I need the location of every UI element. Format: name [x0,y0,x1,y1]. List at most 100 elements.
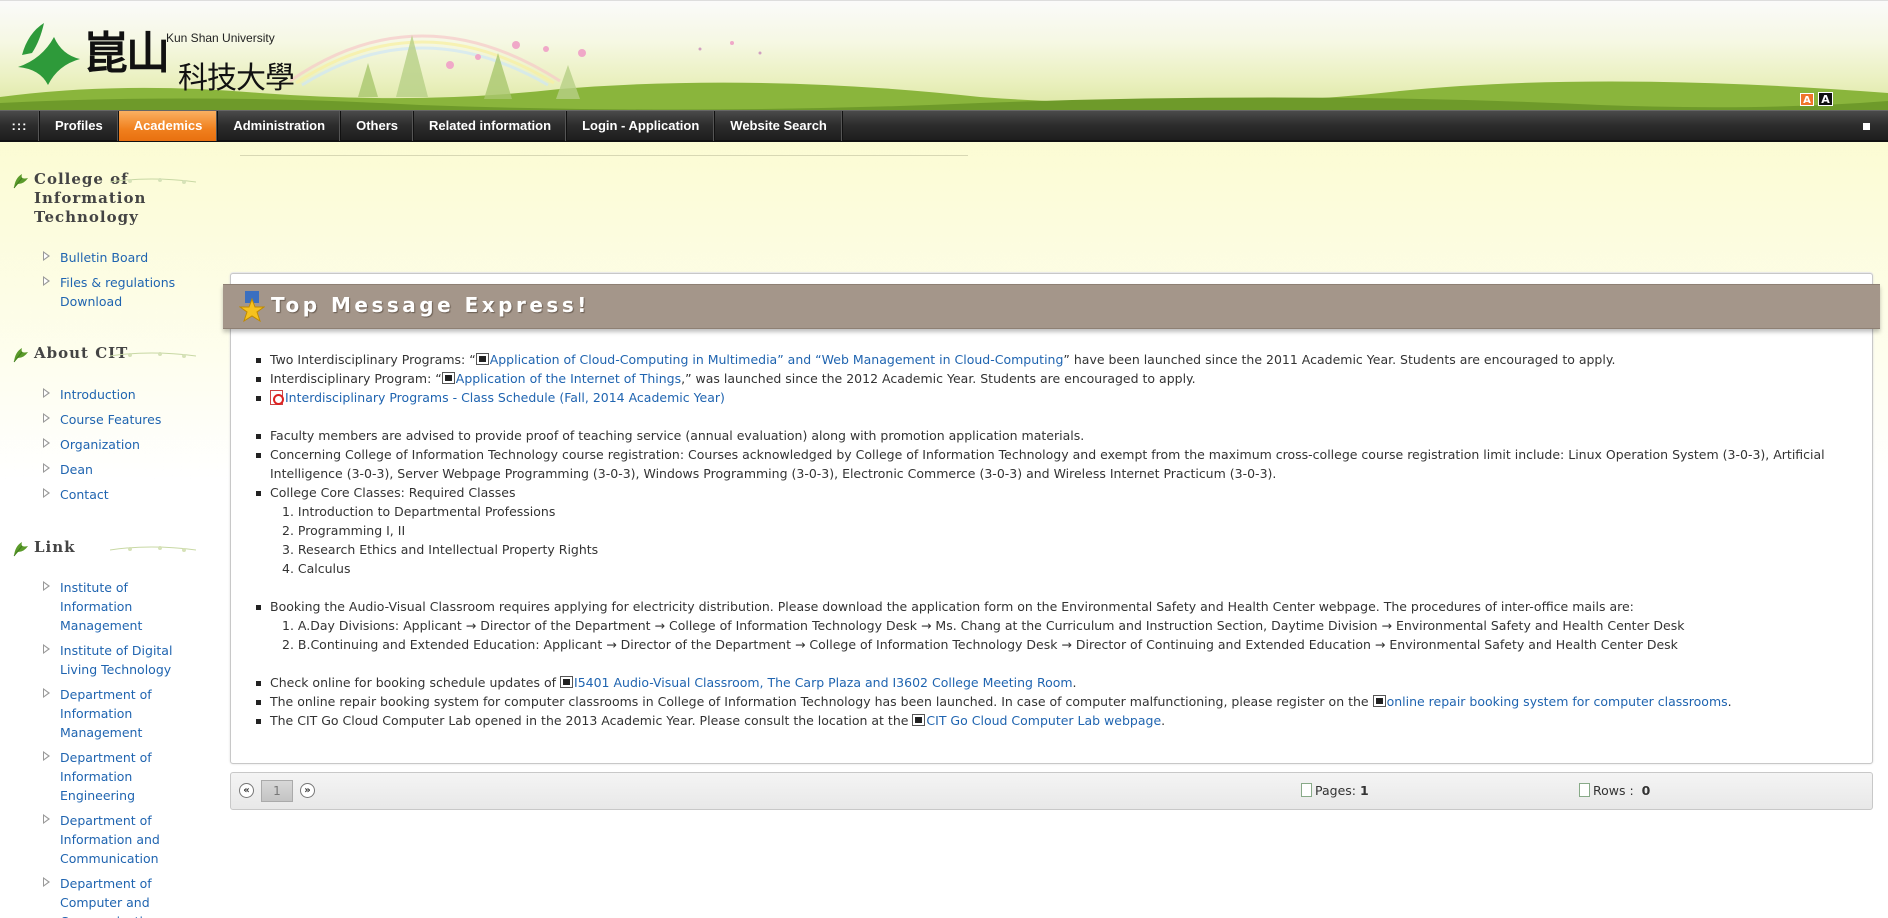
sidebar-item-organization[interactable]: Organization [43,435,203,454]
pdf-icon [270,390,284,405]
sidebar-item-dept-information-management[interactable]: Department of Information Management [43,685,203,742]
sidebar-item-label: Institute of Information Management [60,580,143,633]
triangle-bullet-icon [43,488,50,498]
sprig-decoration-icon [110,178,196,184]
sidebar-list-college: Bulletin Board Files & regulations Downl… [43,248,203,311]
core-class-item: 1. Introduction to Departmental Professi… [282,504,556,519]
message-text: ” have been launched since the 2011 Acad… [1063,352,1616,367]
spacer [256,654,1866,673]
university-name-cn-large: 崑山 [84,28,170,79]
main-navigation: ::: Profiles Academics Administration Ot… [0,110,1888,142]
list-item: Concerning College of Information Techno… [256,445,1866,483]
sidebar-item-bulletin-board[interactable]: Bulletin Board [43,248,203,267]
list-item: Check online for booking schedule update… [256,673,1866,692]
sidebar-item-course-features[interactable]: Course Features [43,410,203,429]
message-content: Two Interdisciplinary Programs: “ Applica… [256,350,1866,730]
triangle-bullet-icon [43,877,50,887]
rows-indicator: Rows : 0 [1579,783,1650,798]
sidebar-heading-link: Link [12,538,196,557]
message-banner: Top Message Express! [223,284,1880,329]
list-item: Interdisciplinary Program: “ Application … [256,369,1866,388]
pages-indicator: Pages: 1 [1301,783,1369,798]
link-cloud-computing-programs[interactable]: Application of Cloud-Computing in Multim… [490,352,1064,367]
link-internet-of-things-program[interactable]: Application of the Internet of Things [456,371,681,386]
rows-value: 0 [1641,783,1651,798]
sidebar-item-files-download[interactable]: Files & regulations Download [43,273,203,311]
nav-item-others[interactable]: Others [341,111,414,141]
sidebar-item-dept-information-engineering[interactable]: Department of Information Engineering [43,748,203,805]
nav-item-administration[interactable]: Administration [218,111,342,141]
triangle-bullet-icon [43,688,50,698]
triangle-bullet-icon [43,581,50,591]
message-text: . [1727,694,1732,709]
nav-item-academics[interactable]: Academics [118,111,219,141]
list-item: The online repair booking system for com… [256,692,1866,711]
sidebar-item-institute-digital-living[interactable]: Institute of Digital Living Technology [43,641,203,679]
list-item: Faculty members are advised to provide p… [256,426,1866,445]
mail-procedure-list: 1. A.Day Divisions: Applicant → Director… [282,616,1866,654]
spacer [256,407,1866,426]
message-text: Check online for booking schedule update… [270,675,561,690]
message-text: The CIT Go Cloud Computer Lab opened in … [270,713,913,728]
sidebar-item-label: Department of Information Engineering [60,750,152,803]
mail-procedure-item: 1. A.Day Divisions: Applicant → Director… [282,618,1685,633]
nav-menu-grid-icon[interactable]: ::: [0,111,40,141]
prev-page-icon[interactable]: « [239,783,254,798]
link-av-classroom-booking[interactable]: I5401 Audio-Visual Classroom, The Carp P… [574,675,1073,690]
link-repair-booking-system[interactable]: online repair booking system for compute… [1387,694,1728,709]
sidebar-item-dept-computer-communication[interactable]: Department of Computer and Communication [43,874,203,918]
next-page-icon[interactable]: » [300,783,315,798]
triangle-bullet-icon [43,814,50,824]
message-text: The online repair booking system for com… [270,694,1373,709]
list-item: Booking the Audio-Visual Classroom requi… [256,597,1866,654]
sidebar-heading-about: About CIT [12,344,196,363]
nav-item-website-search[interactable]: Website Search [715,111,843,141]
core-class-item: 2. Programming I, II [282,523,406,538]
triangle-bullet-icon [43,388,50,398]
banner-title: Top Message Express! [271,293,590,317]
triangle-bullet-icon [43,438,50,448]
sidebar-item-label: Files & regulations Download [60,275,176,309]
font-size-toggle-orange[interactable]: A [1800,93,1814,106]
external-link-icon [441,372,455,384]
sidebar: College of Information Technology Bullet… [0,142,200,918]
sidebar-item-label: Institute of Digital Living Technology [60,643,173,677]
document-stack-icon [1579,783,1590,797]
nav-item-login-application[interactable]: Login - Application [567,111,716,141]
star-ribbon-icon [239,291,265,323]
pagination-bar: « 1 » Pages: 1 Rows : 0 [230,772,1873,810]
rows-label: Rows : [1593,783,1634,798]
sidebar-item-dean[interactable]: Dean [43,460,203,479]
sidebar-item-label: Organization [60,437,140,452]
nav-item-related-information[interactable]: Related information [414,111,568,141]
page-number-button[interactable]: 1 [261,780,293,802]
leaf-icon [13,174,28,189]
sidebar-list-link: Institute of Information Management Inst… [43,578,203,918]
message-text: ,” was launched since the 2012 Academic … [681,371,1196,386]
message-text: . [1161,713,1166,728]
sidebar-item-label: Department of Information and Communicat… [60,813,160,866]
link-cloud-lab-webpage[interactable]: CIT Go Cloud Computer Lab webpage [926,713,1161,728]
university-logo-icon[interactable] [18,19,82,85]
message-text: Two Interdisciplinary Programs: “ [270,352,476,367]
sidebar-item-contact[interactable]: Contact [43,485,203,504]
message-list: Two Interdisciplinary Programs: “ Applica… [256,350,1866,730]
link-class-schedule-pdf[interactable]: Interdisciplinary Programs - Class Sched… [285,390,725,405]
sidebar-item-institute-information-management[interactable]: Institute of Information Management [43,578,203,635]
message-text: College Core Classes: Required Classes [270,485,516,500]
triangle-bullet-icon [43,463,50,473]
university-name-cn-small: 科技大學 [178,61,295,96]
triangle-bullet-icon [43,276,50,286]
mail-procedure-text: A.Day Divisions: Applicant → Director of… [297,618,1685,633]
core-class-item: 3. Research Ethics and Intellectual Prop… [282,542,599,557]
list-item: Interdisciplinary Programs - Class Sched… [256,388,1866,407]
sidebar-heading-college: College of Information Technology [12,170,196,227]
sidebar-item-label: Introduction [60,387,136,402]
sidebar-item-introduction[interactable]: Introduction [43,385,203,404]
nav-expand-square-icon[interactable] [1863,123,1870,130]
sidebar-item-label: Bulletin Board [60,250,149,265]
sidebar-item-dept-information-communication[interactable]: Department of Information and Communicat… [43,811,203,868]
nav-item-profiles[interactable]: Profiles [40,111,119,141]
external-link-icon [912,714,926,726]
font-size-toggle-black[interactable]: A [1818,92,1833,106]
